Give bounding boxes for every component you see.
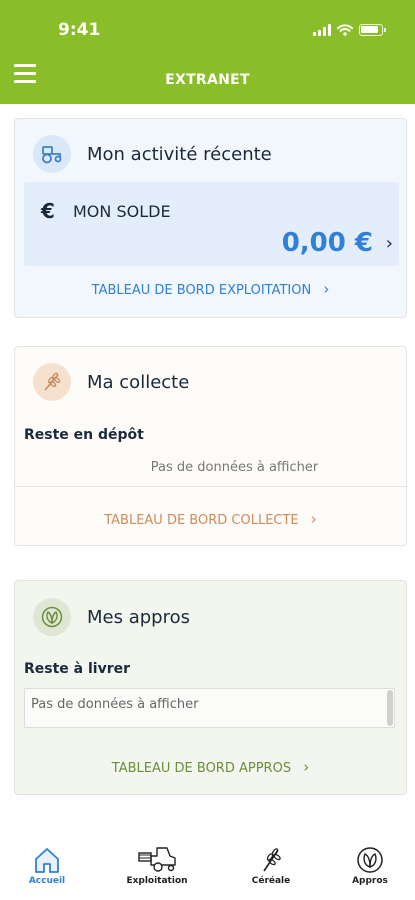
tab-cereale[interactable]: Céréale bbox=[246, 846, 296, 886]
chevron-right-icon: › bbox=[323, 280, 330, 298]
empty-state-text: Pas de données à afficher bbox=[31, 697, 199, 712]
tab-bar: Accueil Exploitation Céréale Appros bbox=[0, 828, 415, 900]
balance-row[interactable]: € MON SOLDE 0,00 € › bbox=[24, 182, 399, 266]
wheat-icon bbox=[263, 848, 281, 872]
leaf-icon bbox=[357, 847, 383, 873]
leaf-icon bbox=[33, 598, 71, 636]
home-icon bbox=[35, 848, 59, 873]
appros-title: Mes appros bbox=[87, 606, 190, 628]
dashboard-exploitation-label: TABLEAU DE BORD EXPLOITATION bbox=[91, 283, 312, 298]
activity-title: Mon activité récente bbox=[87, 143, 272, 165]
dashboard-collecte-label: TABLEAU DE BORD COLLECTE bbox=[104, 513, 299, 528]
dashboard-collecte-link[interactable]: TABLEAU DE BORD COLLECTE › bbox=[15, 510, 406, 528]
chevron-right-icon: › bbox=[385, 233, 393, 254]
chevron-right-icon: › bbox=[310, 510, 317, 528]
balance-value: 0,00 € bbox=[281, 228, 373, 258]
tab-label: Appros bbox=[352, 876, 388, 886]
section-label: Reste en dépôt bbox=[24, 427, 144, 443]
dashboard-appros-link[interactable]: TABLEAU DE BORD APPROS › bbox=[15, 758, 406, 776]
tab-exploitation[interactable]: Exploitation bbox=[122, 844, 192, 886]
empty-state-text: Pas de données à afficher bbox=[150, 460, 319, 475]
collecte-title: Ma collecte bbox=[87, 371, 190, 393]
tab-label: Accueil bbox=[28, 876, 66, 886]
tab-label: Céréale bbox=[251, 876, 291, 886]
euro-icon: € bbox=[41, 199, 55, 223]
app-header: 9:41 EXTRANET bbox=[0, 0, 415, 104]
harvester-icon bbox=[138, 847, 176, 872]
chevron-right-icon: › bbox=[303, 758, 310, 776]
page-title: EXTRANET bbox=[165, 72, 250, 88]
status-icons bbox=[313, 24, 386, 36]
activity-card: Mon activité récente € MON SOLDE 0,00 € … bbox=[14, 118, 407, 318]
dashboard-exploitation-link[interactable]: TABLEAU DE BORD EXPLOITATION › bbox=[15, 280, 406, 298]
collecte-card: Ma collecte Reste en dépôt Pas de donnée… bbox=[14, 346, 407, 546]
signal-icon bbox=[313, 24, 331, 36]
wifi-icon bbox=[337, 24, 353, 36]
tab-appros[interactable]: Appros bbox=[345, 846, 395, 886]
section-label: Reste à livrer bbox=[24, 661, 131, 677]
dashboard-appros-label: TABLEAU DE BORD APPROS bbox=[111, 761, 292, 776]
appros-card: Mes appros Reste à livrer Pas de données… bbox=[14, 580, 407, 795]
empty-state-box[interactable]: Pas de données à afficher bbox=[24, 688, 395, 728]
wheat-icon bbox=[33, 363, 71, 401]
scrollbar[interactable] bbox=[387, 690, 393, 726]
divider bbox=[15, 486, 406, 487]
tab-label: Exploitation bbox=[126, 876, 188, 886]
balance-label: MON SOLDE bbox=[73, 202, 171, 221]
tab-accueil[interactable]: Accueil bbox=[22, 846, 72, 886]
battery-icon bbox=[359, 24, 386, 36]
tractor-icon bbox=[33, 135, 71, 173]
status-time: 9:41 bbox=[58, 20, 101, 40]
